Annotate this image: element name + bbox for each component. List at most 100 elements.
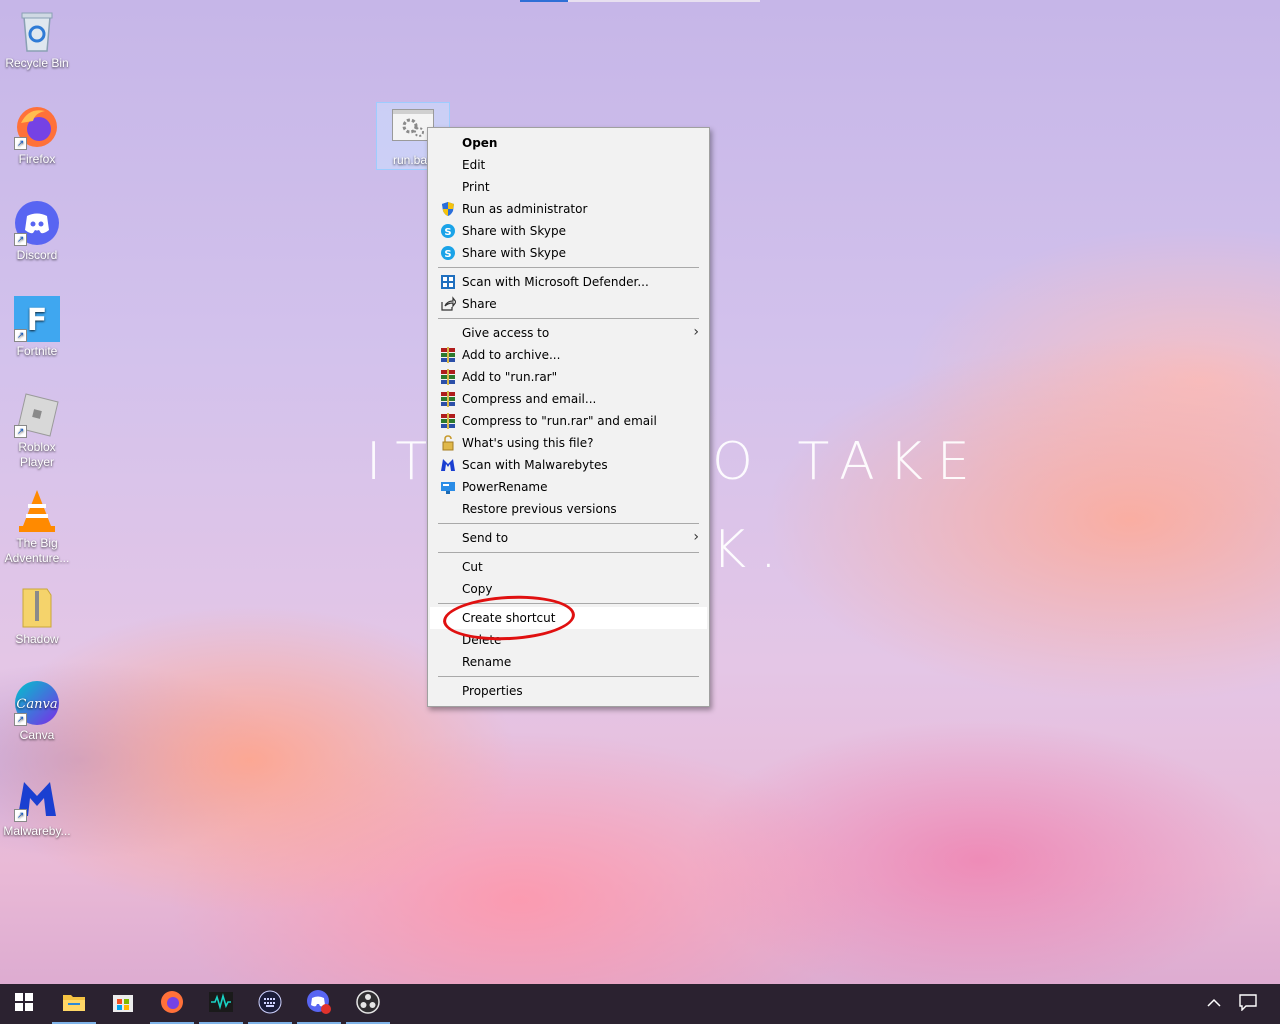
skype-icon: S: [440, 245, 456, 261]
desktop-icon-firefox[interactable]: ↗ Firefox: [0, 96, 74, 167]
menu-separator: [438, 552, 699, 553]
menu-item-add-to-archive[interactable]: Add to archive...: [430, 344, 707, 366]
wallpaper-text: O TAKE: [712, 432, 984, 492]
desktop-icon-the-big-adventure[interactable]: The Big Adventure...: [0, 480, 74, 566]
malwarebytes-icon: ↗: [14, 776, 60, 822]
menu-item-open[interactable]: Open: [430, 132, 707, 154]
desktop-icon-label: Fortnite: [16, 344, 58, 358]
menu-item-powerrename[interactable]: PowerRename: [430, 476, 707, 498]
menu-item-share-with-skype-2[interactable]: S Share with Skype: [430, 242, 707, 264]
shortcut-arrow-icon: ↗: [14, 233, 27, 246]
taskbar-obs[interactable]: [344, 984, 392, 1024]
desktop-icon-malwarebytes[interactable]: ↗ Malwareby...: [0, 768, 74, 839]
menu-item-label: Add to "run.rar": [462, 370, 558, 384]
shortcut-arrow-icon: ↗: [14, 713, 27, 726]
menu-item-label: Share with Skype: [462, 246, 566, 260]
taskbar-waveform-app[interactable]: [197, 984, 245, 1024]
desktop-icon-discord[interactable]: ↗ Discord: [0, 192, 74, 263]
discord-icon: ↗: [14, 200, 60, 246]
desktop-icon-label: Shadow: [15, 632, 59, 646]
menu-item-label: Restore previous versions: [462, 502, 617, 516]
menu-item-copy[interactable]: Copy: [430, 578, 707, 600]
menu-item-share-with-skype[interactable]: S Share with Skype: [430, 220, 707, 242]
desktop-icon-label: Recycle Bin: [5, 56, 69, 70]
menu-item-label: Add to archive...: [462, 348, 561, 362]
menu-item-label: Cut: [462, 560, 483, 574]
roblox-icon: ↗: [14, 392, 60, 438]
menu-item-label: Open: [462, 136, 498, 150]
chevron-up-icon: [1207, 995, 1221, 1013]
firefox-icon: ↗: [14, 104, 60, 150]
menu-item-label: Run as administrator: [462, 202, 588, 216]
menu-item-send-to[interactable]: Send to ›: [430, 527, 707, 549]
waveform-app-icon: [209, 991, 233, 1017]
malwarebytes-icon: [440, 457, 456, 473]
start-button[interactable]: [0, 984, 48, 1024]
taskbar-file-explorer[interactable]: [50, 984, 98, 1024]
menu-item-cut[interactable]: Cut: [430, 556, 707, 578]
desktop-icon-recycle-bin[interactable]: Recycle Bin: [0, 0, 74, 71]
desktop-icon-label-line2: Adventure...: [4, 551, 70, 565]
desktop-icon-roblox-player[interactable]: ↗ Roblox Player: [0, 384, 74, 470]
menu-item-edit[interactable]: Edit: [430, 154, 707, 176]
menu-item-compress-and-email[interactable]: Compress and email...: [430, 388, 707, 410]
menu-item-label: Edit: [462, 158, 486, 172]
taskbar-firefox[interactable]: [148, 984, 196, 1024]
menu-separator: [438, 523, 699, 524]
taskbar: [0, 984, 1280, 1024]
menu-separator: [438, 318, 699, 319]
svg-text:S: S: [444, 227, 451, 238]
shortcut-arrow-icon: ↗: [14, 809, 27, 822]
menu-item-whats-using-this-file[interactable]: What's using this file?: [430, 432, 707, 454]
menu-item-run-as-administrator[interactable]: Run as administrator: [430, 198, 707, 220]
skype-icon: S: [440, 223, 456, 239]
desktop-icon-shadow[interactable]: Shadow: [0, 576, 74, 647]
powerrename-icon: [440, 479, 456, 495]
menu-item-label: Compress and email...: [462, 392, 597, 406]
taskbar-keypad-app[interactable]: [246, 984, 294, 1024]
menu-item-share[interactable]: Share: [430, 293, 707, 315]
menu-item-add-to-run-rar[interactable]: Add to "run.rar": [430, 366, 707, 388]
desktop-icon-canva[interactable]: Canva ↗ Canva: [0, 672, 74, 743]
menu-item-rename[interactable]: Rename: [430, 651, 707, 673]
desktop-icon-label: Discord: [16, 248, 58, 262]
menu-item-label: Rename: [462, 655, 512, 669]
menu-separator: [438, 676, 699, 677]
menu-item-label: Properties: [462, 684, 523, 698]
submenu-chevron-icon: ›: [693, 324, 699, 340]
shortcut-arrow-icon: ↗: [14, 137, 27, 150]
microsoft-store-icon: [112, 991, 134, 1018]
menu-item-scan-defender[interactable]: Scan with Microsoft Defender...: [430, 271, 707, 293]
desktop-icon-fortnite[interactable]: F ↗ Fortnite: [0, 288, 74, 359]
notification-center-button[interactable]: [1224, 984, 1272, 1024]
menu-item-label: Share: [462, 297, 497, 311]
menu-item-label: Share with Skype: [462, 224, 566, 238]
menu-item-properties[interactable]: Properties: [430, 680, 707, 702]
defender-shield-icon: [440, 274, 456, 290]
desktop-icon-label: Canva: [19, 728, 55, 742]
recycle-bin-icon: [14, 8, 60, 54]
menu-item-print[interactable]: Print: [430, 176, 707, 198]
desktop-icon-label: Malwareby...: [3, 824, 71, 838]
menu-item-scan-with-malwarebytes[interactable]: Scan with Malwarebytes: [430, 454, 707, 476]
unlock-icon: [440, 435, 456, 451]
taskbar-discord[interactable]: [295, 984, 343, 1024]
notification-icon: [1239, 993, 1257, 1016]
svg-text:S: S: [444, 249, 451, 260]
obs-icon: [356, 989, 380, 1019]
menu-separator: [438, 267, 699, 268]
desktop-icon-label-line1: The Big: [16, 536, 58, 550]
menu-item-label: Scan with Microsoft Defender...: [462, 275, 649, 289]
wallpaper-text: K.: [712, 520, 791, 580]
keypad-app-icon: [258, 990, 282, 1019]
menu-item-compress-to-run-rar-and-email[interactable]: Compress to "run.rar" and email: [430, 410, 707, 432]
menu-item-label: What's using this file?: [462, 436, 594, 450]
menu-item-give-access-to[interactable]: Give access to ›: [430, 322, 707, 344]
winrar-icon: [440, 391, 456, 407]
taskbar-microsoft-store[interactable]: [99, 984, 147, 1024]
vlc-icon: [14, 488, 60, 534]
fortnite-icon: F ↗: [14, 296, 60, 342]
menu-item-label: Scan with Malwarebytes: [462, 458, 608, 472]
winrar-icon: [440, 347, 456, 363]
menu-item-restore-previous-versions[interactable]: Restore previous versions: [430, 498, 707, 520]
